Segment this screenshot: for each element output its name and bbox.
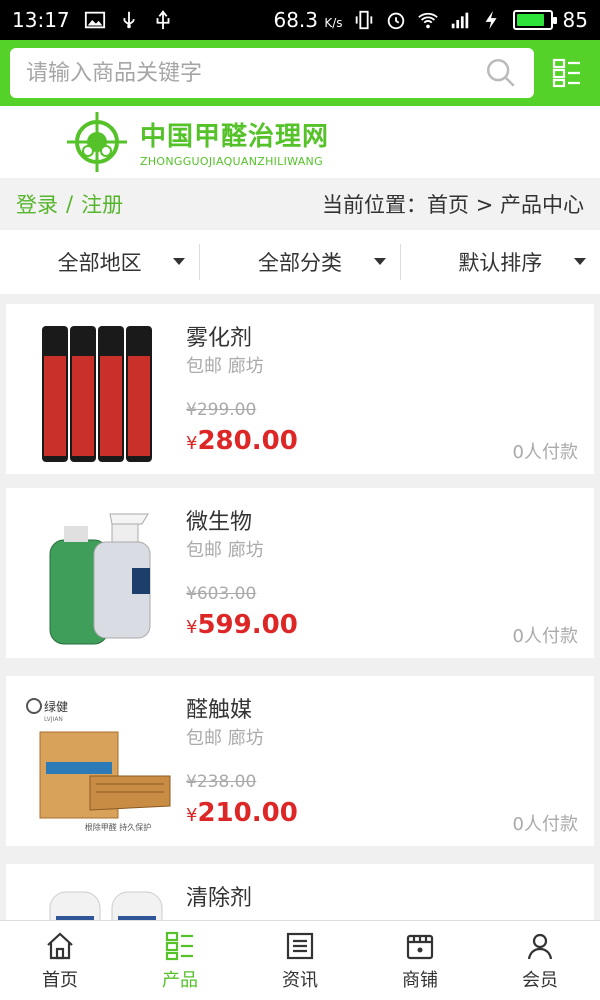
product-grid-icon — [165, 931, 193, 960]
filter-label: 全部地区 — [57, 251, 142, 275]
product-old-price: ¥299.00 — [186, 400, 257, 420]
filter-bar: 全部地区 全部分类 默认排序 — [0, 230, 600, 294]
product-price: ¥599.00 — [186, 610, 298, 640]
product-list[interactable]: 雾化剂 包邮 廊坊 ¥299.00 ¥280.00 0人付款 微生物 包邮 廊坊… — [0, 300, 600, 920]
bottom-nav: 首页 产品 资讯 商铺 会员 — [0, 920, 600, 1000]
battery-percent: 85 — [562, 8, 588, 32]
status-time: 13:17 — [12, 8, 70, 32]
battery-icon — [512, 10, 557, 30]
home-icon — [47, 932, 73, 959]
brand-logo-en-text: LVJIAN — [44, 716, 63, 723]
filter-category[interactable]: 全部分类 — [199, 244, 399, 280]
brand-logo-text: 绿健 — [44, 699, 68, 714]
logo-subtitle: ZHONGGUOJIAQUANZHILIWANG — [140, 155, 323, 168]
usb-icon — [156, 10, 170, 30]
nav-label: 会员 — [522, 969, 558, 991]
current-location: 当前位置：首页 > 产品中心 — [322, 193, 584, 217]
product-card[interactable]: 清除剂 — [6, 864, 594, 920]
logo-title: 中国甲醛治理网 — [140, 122, 330, 152]
product-old-price: ¥603.00 — [186, 584, 257, 604]
filter-label: 全部分类 — [257, 251, 342, 275]
logo-text: 中国甲醛治理网 ZHONGGUOJIAQUANZHILIWANG — [140, 116, 329, 168]
site-logo-area: 中国甲醛治理网 ZHONGGUOJIAQUANZHILIWANG — [0, 106, 600, 178]
chevron-down-icon — [373, 258, 386, 265]
status-bar: 13:17 68.3 K/s 85 — [0, 0, 600, 40]
nav-label: 资讯 — [282, 969, 318, 991]
charging-icon — [485, 10, 497, 30]
member-icon — [527, 933, 553, 959]
price-value: 599.00 — [197, 610, 298, 640]
product-price: ¥280.00 — [186, 426, 298, 456]
net-speed: 68.3 K/s — [273, 8, 343, 32]
search-bar[interactable] — [10, 48, 534, 98]
breadcrumb: 登录 / 注册 当前位置：首页 > 产品中心 — [0, 178, 600, 230]
login-link[interactable]: 登录 — [16, 189, 58, 219]
usb-icon — [123, 11, 135, 29]
product-card[interactable]: 微生物 包邮 廊坊 ¥603.00 ¥599.00 0人付款 — [6, 488, 594, 658]
nav-home[interactable]: 首页 — [0, 921, 120, 1000]
product-image[interactable] — [20, 316, 176, 464]
filter-label: 默认排序 — [458, 251, 543, 275]
nav-member[interactable]: 会员 — [480, 921, 600, 1000]
nav-news[interactable]: 资讯 — [240, 921, 360, 1000]
chevron-down-icon — [573, 258, 586, 265]
product-sold-count: 0人付款 — [512, 442, 578, 463]
product-location: 包邮 廊坊 — [186, 728, 264, 749]
product-location: 包邮 廊坊 — [186, 540, 264, 561]
package-caption: 根除甲醛 持久保护 — [85, 822, 152, 832]
price-symbol: ¥ — [186, 617, 198, 638]
product-image[interactable]: 绿健 LVJIAN 根除甲醛 持久保护 — [20, 688, 176, 836]
nav-stores[interactable]: 商铺 — [360, 921, 480, 1000]
product-price: ¥210.00 — [186, 798, 298, 828]
price-symbol: ¥ — [186, 433, 198, 454]
filter-sort[interactable]: 默认排序 — [399, 244, 600, 280]
price-value: 280.00 — [197, 426, 298, 456]
wifi-icon — [417, 12, 438, 29]
nav-label: 商铺 — [402, 969, 438, 991]
filter-region[interactable]: 全部地区 — [0, 244, 199, 280]
product-old-price: ¥238.00 — [186, 772, 257, 792]
category-menu-icon[interactable] — [552, 58, 582, 88]
battery-fill — [516, 14, 544, 26]
price-value: 210.00 — [197, 798, 298, 828]
nav-products[interactable]: 产品 — [120, 921, 240, 1000]
logo-icon — [67, 112, 127, 172]
price-symbol: ¥ — [186, 805, 198, 826]
product-name: 清除剂 — [186, 886, 253, 911]
product-image[interactable] — [20, 876, 176, 920]
store-icon — [406, 934, 434, 959]
nav-label: 首页 — [42, 969, 78, 991]
product-name: 微生物 — [186, 510, 253, 535]
product-image[interactable] — [20, 500, 176, 648]
register-link[interactable]: 注册 — [81, 189, 123, 219]
product-name: 醛触媒 — [186, 698, 253, 723]
signal-4g-icon — [451, 12, 468, 29]
news-icon — [286, 932, 314, 959]
vibrate-icon — [355, 10, 372, 30]
product-card[interactable]: 绿健 LVJIAN 根除甲醛 持久保护 醛触媒 包邮 廊坊 ¥238.00 ¥2… — [6, 676, 594, 846]
nav-label: 产品 — [162, 969, 198, 991]
login-separator: / — [66, 192, 74, 216]
alarm-icon — [387, 12, 404, 30]
product-name: 雾化剂 — [186, 326, 253, 351]
product-sold-count: 0人付款 — [512, 814, 578, 835]
chevron-down-icon — [173, 258, 186, 265]
status-icons-left — [84, 9, 174, 31]
status-icons-right: 68.3 K/s 85 — [273, 8, 588, 32]
image-icon — [84, 11, 105, 29]
product-sold-count: 0人付款 — [512, 626, 578, 647]
product-location: 包邮 廊坊 — [186, 356, 264, 377]
search-header — [0, 40, 600, 106]
product-card[interactable]: 雾化剂 包邮 廊坊 ¥299.00 ¥280.00 0人付款 — [6, 304, 594, 474]
search-input[interactable] — [26, 60, 484, 86]
search-icon[interactable] — [484, 56, 518, 90]
